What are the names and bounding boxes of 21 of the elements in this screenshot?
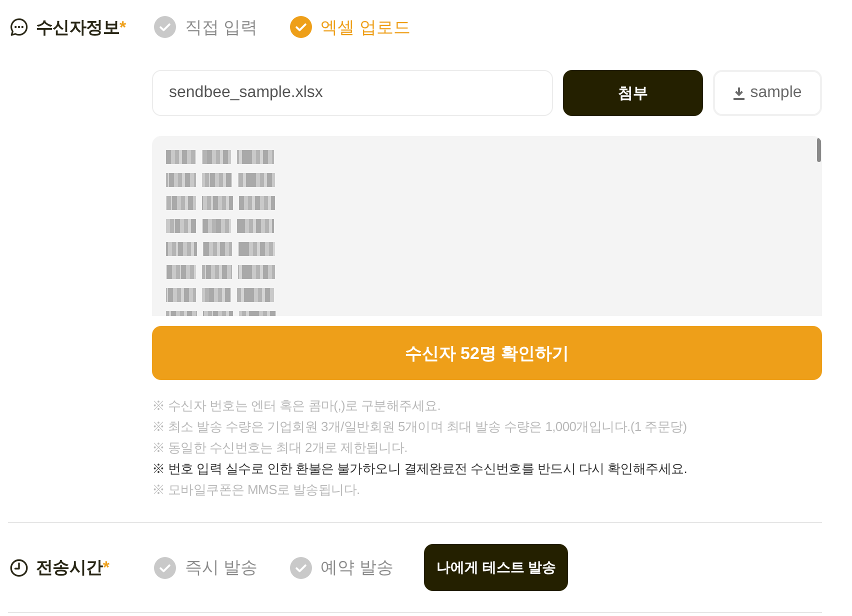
section-label: 수신자정보* <box>36 16 126 38</box>
radio-option[interactable]: 엑셀 업로드 <box>290 16 410 38</box>
notice-text: ※ 번호 입력 실수로 인한 환불은 불가하오니 결제완료전 수신번호를 반드시 다시 확인해주세요. <box>152 460 688 478</box>
radio-option[interactable]: 직접 입력 <box>154 16 258 38</box>
notice-text: ※ 모바일쿠폰은 MMS로 발송됩니다. <box>152 481 360 499</box>
section-label: 전송시간* <box>36 557 110 579</box>
chat-bubble-icon <box>10 18 28 36</box>
recipient-list-field[interactable] <box>152 136 822 316</box>
radio-option[interactable]: 예약 발송 <box>290 556 394 579</box>
scrollbar-thumb[interactable] <box>817 138 821 162</box>
notice-text: ※ 수신자 번호는 엔터 혹은 콤마(,)로 구분해주세요. <box>152 397 441 415</box>
notice-text: ※ 동일한 수신번호는 최대 2개로 제한됩니다. <box>152 439 408 457</box>
file-name-field[interactable]: sendbee_sample.xlsx <box>152 70 553 116</box>
sample-download-button[interactable]: sample <box>713 70 822 116</box>
download-icon <box>733 86 746 100</box>
radio-option[interactable]: 즉시 발송 <box>154 556 258 579</box>
clock-icon <box>10 558 28 576</box>
attach-button[interactable]: 첨부 <box>563 70 703 116</box>
test-send-button[interactable]: 나에게 테스트 발송 <box>424 544 568 591</box>
notice-text: ※ 최소 발송 수량은 기업회원 3개/일반회원 5개이며 최대 발송 수량은 1,000개입니다.(1 주문당) <box>152 418 687 436</box>
confirm-recipients-button[interactable]: 수신자 52명 확인하기 <box>152 326 822 380</box>
